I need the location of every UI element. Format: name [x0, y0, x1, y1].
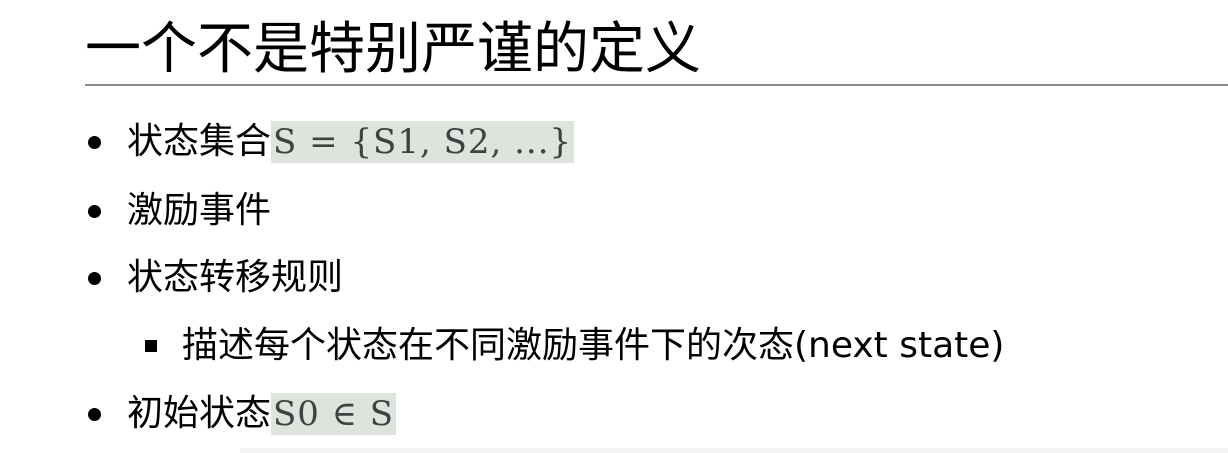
- bullet-item-initial-state: 初始状态 S0 ∈ S: [88, 389, 397, 439]
- bullet-list: 状态集合 S = {S1, S2, ...} 激励事件 状态转移规则 描述每个状…: [0, 0, 1228, 453]
- sub-bullet-item-next-state: 描述每个状态在不同激励事件下的次态(next state): [145, 321, 1004, 371]
- bullet-text: 激励事件: [127, 190, 272, 231]
- sub-bullet-text: 描述每个状态在不同激励事件下的次态(next state): [182, 325, 1005, 366]
- bullet-item-transition-rules: 状态转移规则: [88, 253, 343, 303]
- bullet-text: 状态转移规则: [127, 257, 344, 298]
- bullet-text: 初始状态: [127, 393, 272, 434]
- bullet-dot-icon: [88, 204, 101, 218]
- bottom-strip: [240, 448, 1228, 453]
- bullet-dot-icon: [88, 135, 101, 149]
- bullet-dot-icon: [88, 407, 101, 421]
- bullet-item-state-set: 状态集合 S = {S1, S2, ...}: [88, 117, 575, 167]
- math-initial-state: S0 ∈ S: [271, 393, 397, 435]
- bullet-dot-icon: [88, 271, 101, 285]
- math-state-set: S = {S1, S2, ...}: [271, 121, 575, 163]
- bullet-item-events: 激励事件: [88, 186, 271, 236]
- bullet-square-icon: [145, 340, 157, 352]
- bullet-text: 状态集合: [127, 121, 272, 162]
